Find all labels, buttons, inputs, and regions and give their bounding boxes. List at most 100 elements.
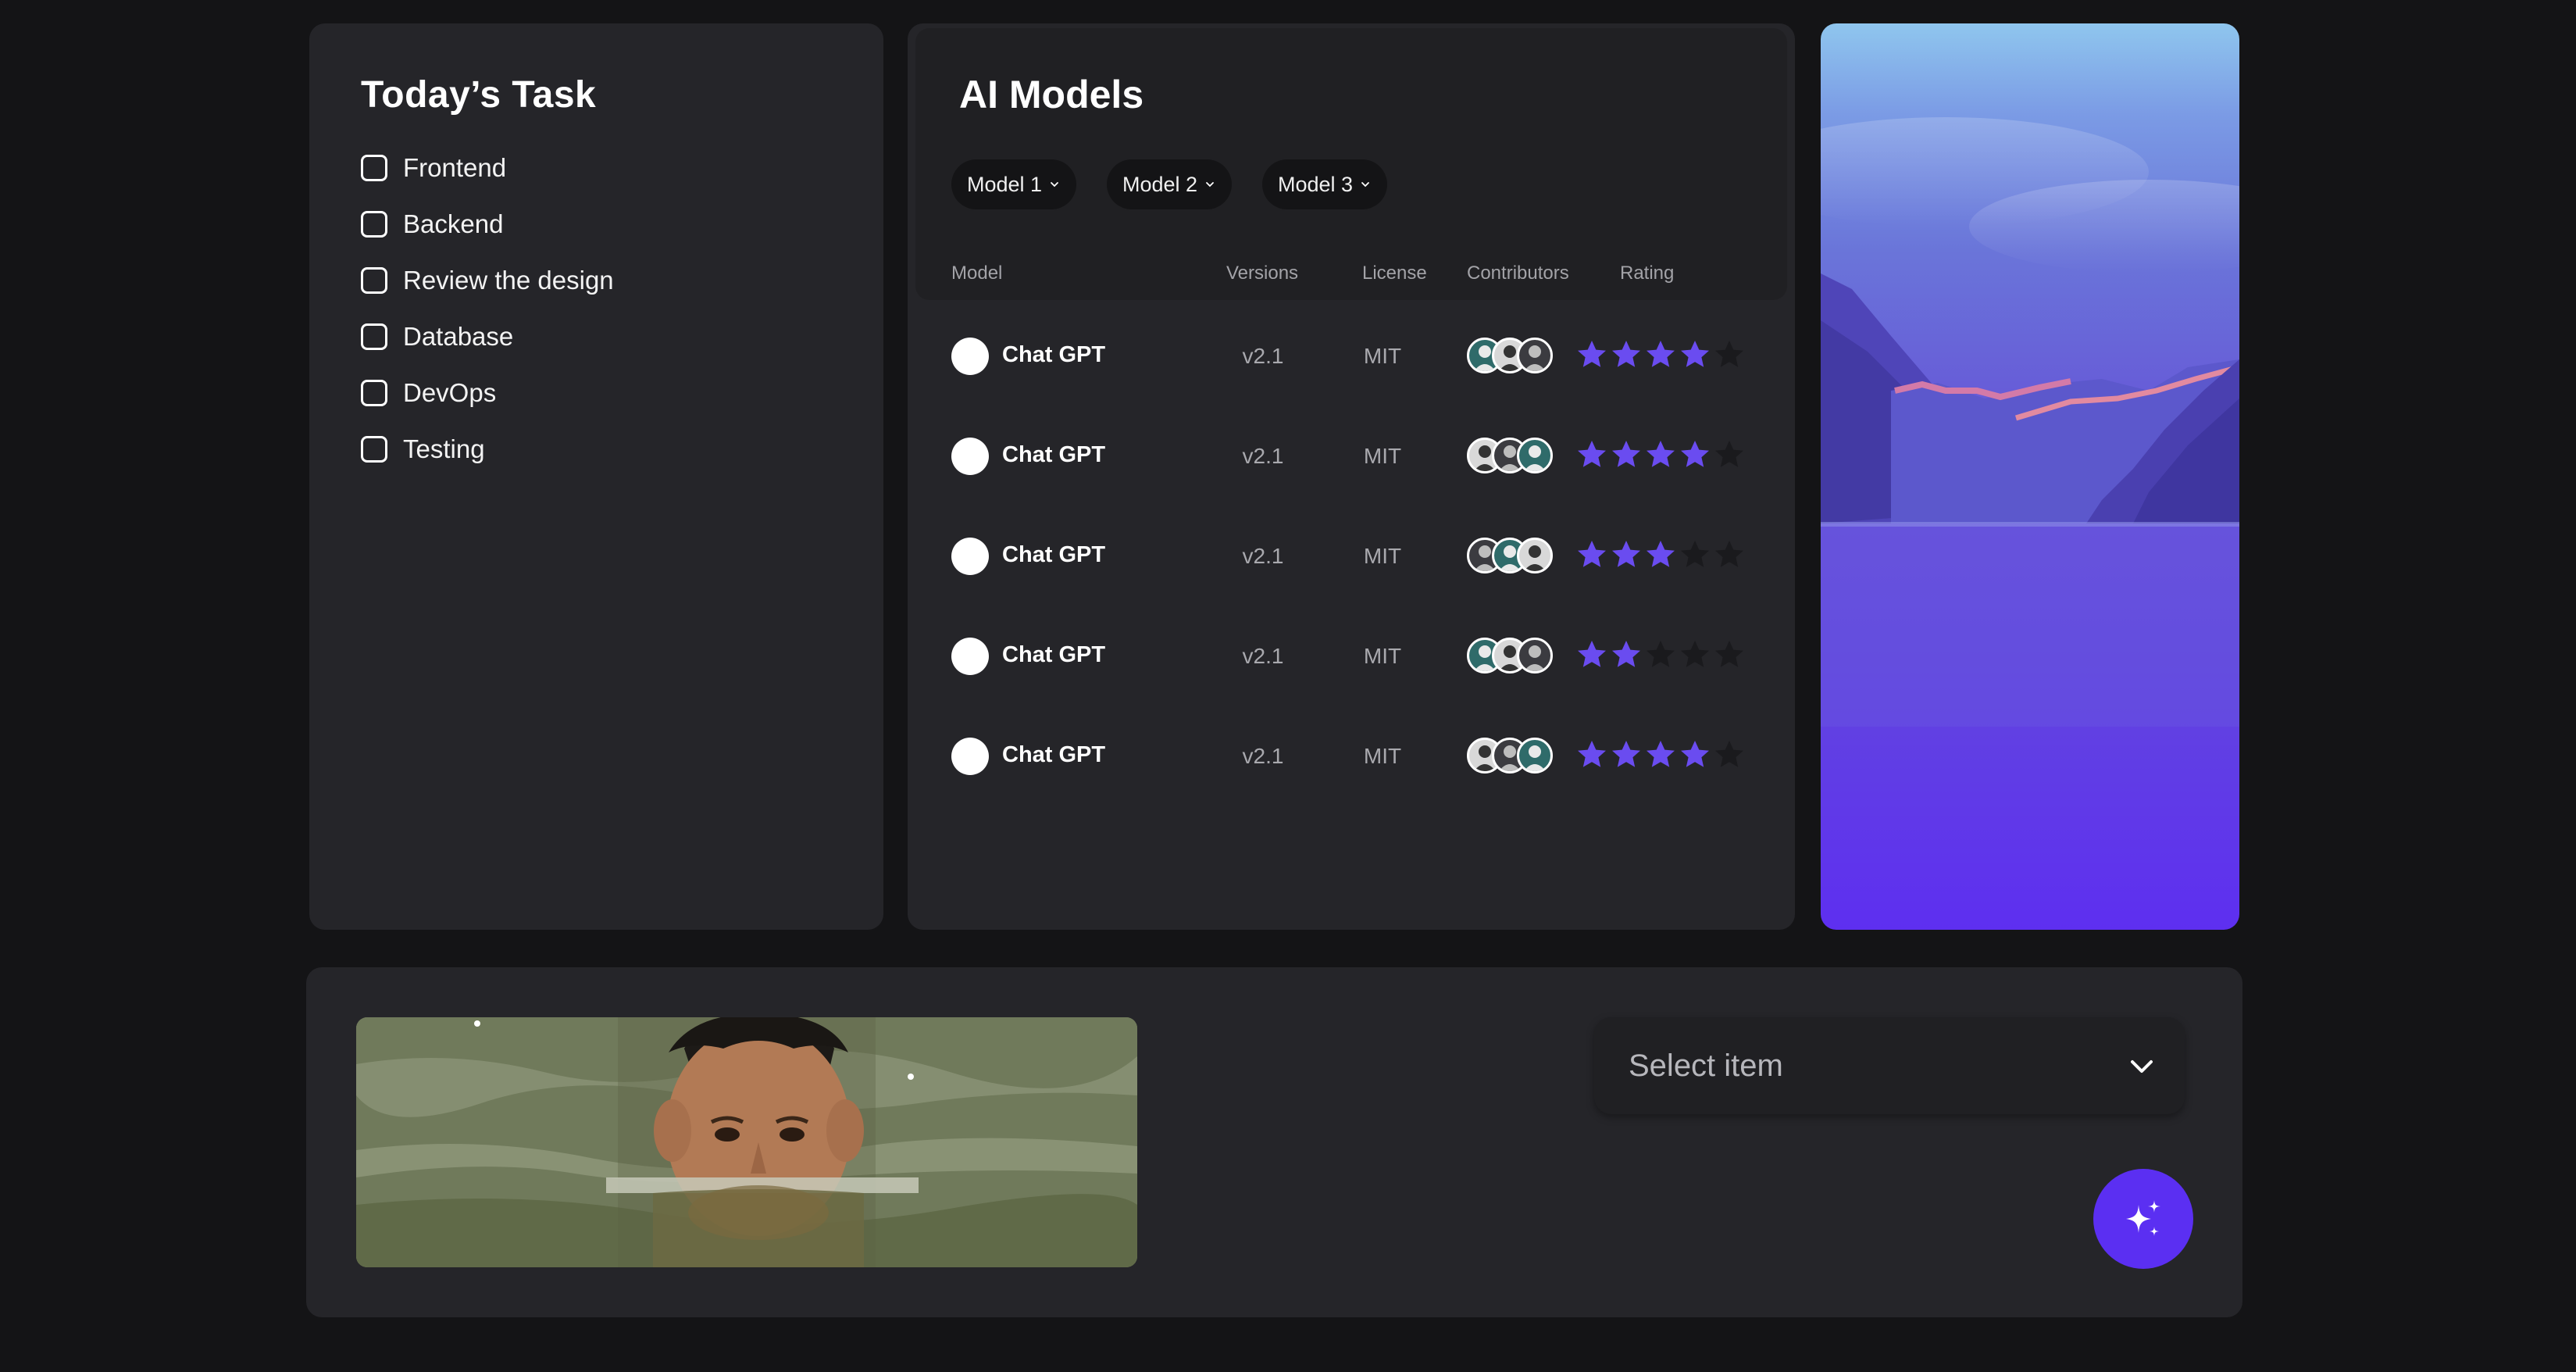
task-item[interactable]: Frontend — [361, 140, 832, 196]
tasks-title: Today’s Task — [361, 74, 597, 116]
rating-star-icon — [1681, 541, 1709, 567]
rating-star-icon — [1578, 441, 1606, 467]
task-label: Testing — [403, 434, 485, 463]
model-license: MIT — [1363, 344, 1402, 368]
column-header-model: Model — [951, 263, 1003, 284]
model-logo — [951, 438, 989, 475]
models-title: AI Models — [959, 73, 1144, 116]
sparkles-icon — [2126, 1200, 2160, 1236]
task-item[interactable]: Database — [361, 309, 832, 365]
rating-stars — [1576, 539, 1745, 570]
rating-star-icon — [1647, 741, 1675, 767]
rating-stars — [1576, 439, 1745, 470]
contributors-group — [1467, 738, 1561, 778]
select-item-dropdown[interactable]: Select item — [1594, 1017, 2185, 1114]
photo-illustration — [356, 1017, 1137, 1267]
column-header-rating: Rating — [1620, 263, 1675, 284]
rating-stars — [1576, 739, 1745, 770]
column-header-contributors: Contributors — [1467, 263, 1569, 284]
task-label: Backend — [403, 209, 504, 238]
todays-task-card: Today’s Task Frontend Backend Review the… — [309, 23, 883, 930]
task-checkbox[interactable] — [361, 267, 387, 294]
model-license: MIT — [1363, 744, 1402, 768]
task-item[interactable]: DevOps — [361, 365, 832, 421]
rating-star-icon — [1612, 741, 1640, 767]
rating-star-icon — [1715, 541, 1743, 567]
contributors-group — [1467, 538, 1561, 578]
contributor-avatar — [1517, 338, 1553, 373]
chevron-down-icon — [1361, 182, 1369, 188]
task-checkbox[interactable] — [361, 380, 387, 406]
ai-models-card: AI Models Model 1 Model 2 Model 3 Model … — [908, 23, 1795, 930]
task-item[interactable]: Review the design — [361, 252, 832, 309]
model-logo — [951, 738, 989, 775]
model-version: v2.1 — [1242, 344, 1284, 368]
filter-label: Model 3 — [1278, 172, 1354, 196]
model-version: v2.1 — [1242, 744, 1284, 768]
chevron-down-icon — [2131, 1060, 2153, 1073]
model-logo — [951, 638, 989, 675]
rating-star-icon — [1715, 441, 1743, 467]
table-row[interactable]: Chat GPT v2.1 MIT — [908, 706, 1795, 806]
task-list: Frontend Backend Review the design Datab… — [361, 140, 832, 477]
rating-star-icon — [1578, 541, 1606, 567]
select-placeholder: Select item — [1629, 1049, 1783, 1083]
model-license: MIT — [1363, 644, 1402, 668]
task-label: Review the design — [403, 266, 614, 295]
rating-star-icon — [1681, 741, 1709, 767]
child-in-water-photo — [356, 1017, 1137, 1267]
task-item[interactable]: Backend — [361, 196, 832, 252]
table-row[interactable]: Chat GPT v2.1 MIT — [908, 506, 1795, 606]
task-item[interactable]: Testing — [361, 421, 832, 477]
contributors-group — [1467, 638, 1561, 678]
magic-action-button[interactable] — [2093, 1169, 2193, 1269]
filter-model-2-dropdown[interactable]: Model 2 — [1107, 159, 1233, 209]
contributor-avatar — [1517, 538, 1553, 573]
rating-star-icon — [1578, 641, 1606, 667]
landscape-image — [1821, 23, 2239, 930]
chevron-down-icon — [1206, 182, 1214, 188]
rating-star-icon — [1612, 541, 1640, 567]
rating-star-icon — [1612, 441, 1640, 467]
task-checkbox[interactable] — [361, 323, 387, 350]
mountain-lake-illustration — [1821, 117, 2239, 727]
table-row[interactable]: Chat GPT v2.1 MIT — [908, 406, 1795, 506]
contributor-avatar — [1517, 638, 1553, 673]
rating-star-icon — [1715, 341, 1743, 367]
model-license: MIT — [1363, 544, 1402, 568]
filter-model-3-dropdown[interactable]: Model 3 — [1262, 159, 1388, 209]
task-checkbox[interactable] — [361, 155, 387, 181]
model-logo — [951, 338, 989, 375]
rating-star-icon — [1647, 341, 1675, 367]
contributor-avatar — [1517, 738, 1553, 774]
table-row[interactable]: Chat GPT v2.1 MIT — [908, 306, 1795, 406]
task-label: DevOps — [403, 378, 497, 407]
task-checkbox[interactable] — [361, 436, 387, 463]
table-row[interactable]: Chat GPT v2.1 MIT — [908, 606, 1795, 706]
rating-star-icon — [1578, 741, 1606, 767]
models-header: AI Models Model 1 Model 2 Model 3 Model … — [915, 28, 1787, 300]
filter-label: Model 1 — [967, 172, 1043, 196]
model-license: MIT — [1363, 444, 1402, 468]
model-name: Chat GPT — [1002, 442, 1106, 467]
bottom-card: Select item — [306, 967, 2242, 1317]
rating-star-icon — [1681, 641, 1709, 667]
column-header-license: License — [1362, 263, 1427, 284]
task-checkbox[interactable] — [361, 211, 387, 238]
filter-model-1-dropdown[interactable]: Model 1 — [951, 159, 1077, 209]
model-version: v2.1 — [1242, 544, 1284, 568]
model-name: Chat GPT — [1002, 542, 1106, 567]
column-header-versions: Versions — [1226, 263, 1299, 284]
model-version: v2.1 — [1242, 644, 1284, 668]
rating-star-icon — [1612, 341, 1640, 367]
rating-star-icon — [1681, 341, 1709, 367]
task-label: Frontend — [403, 153, 507, 182]
model-name: Chat GPT — [1002, 642, 1106, 667]
rating-star-icon — [1647, 441, 1675, 467]
rating-star-icon — [1681, 441, 1709, 467]
rating-star-icon — [1715, 641, 1743, 667]
model-version: v2.1 — [1242, 444, 1284, 468]
contributors-group — [1467, 438, 1561, 478]
contributor-avatar — [1517, 438, 1553, 473]
chevron-down-icon — [1051, 182, 1058, 188]
